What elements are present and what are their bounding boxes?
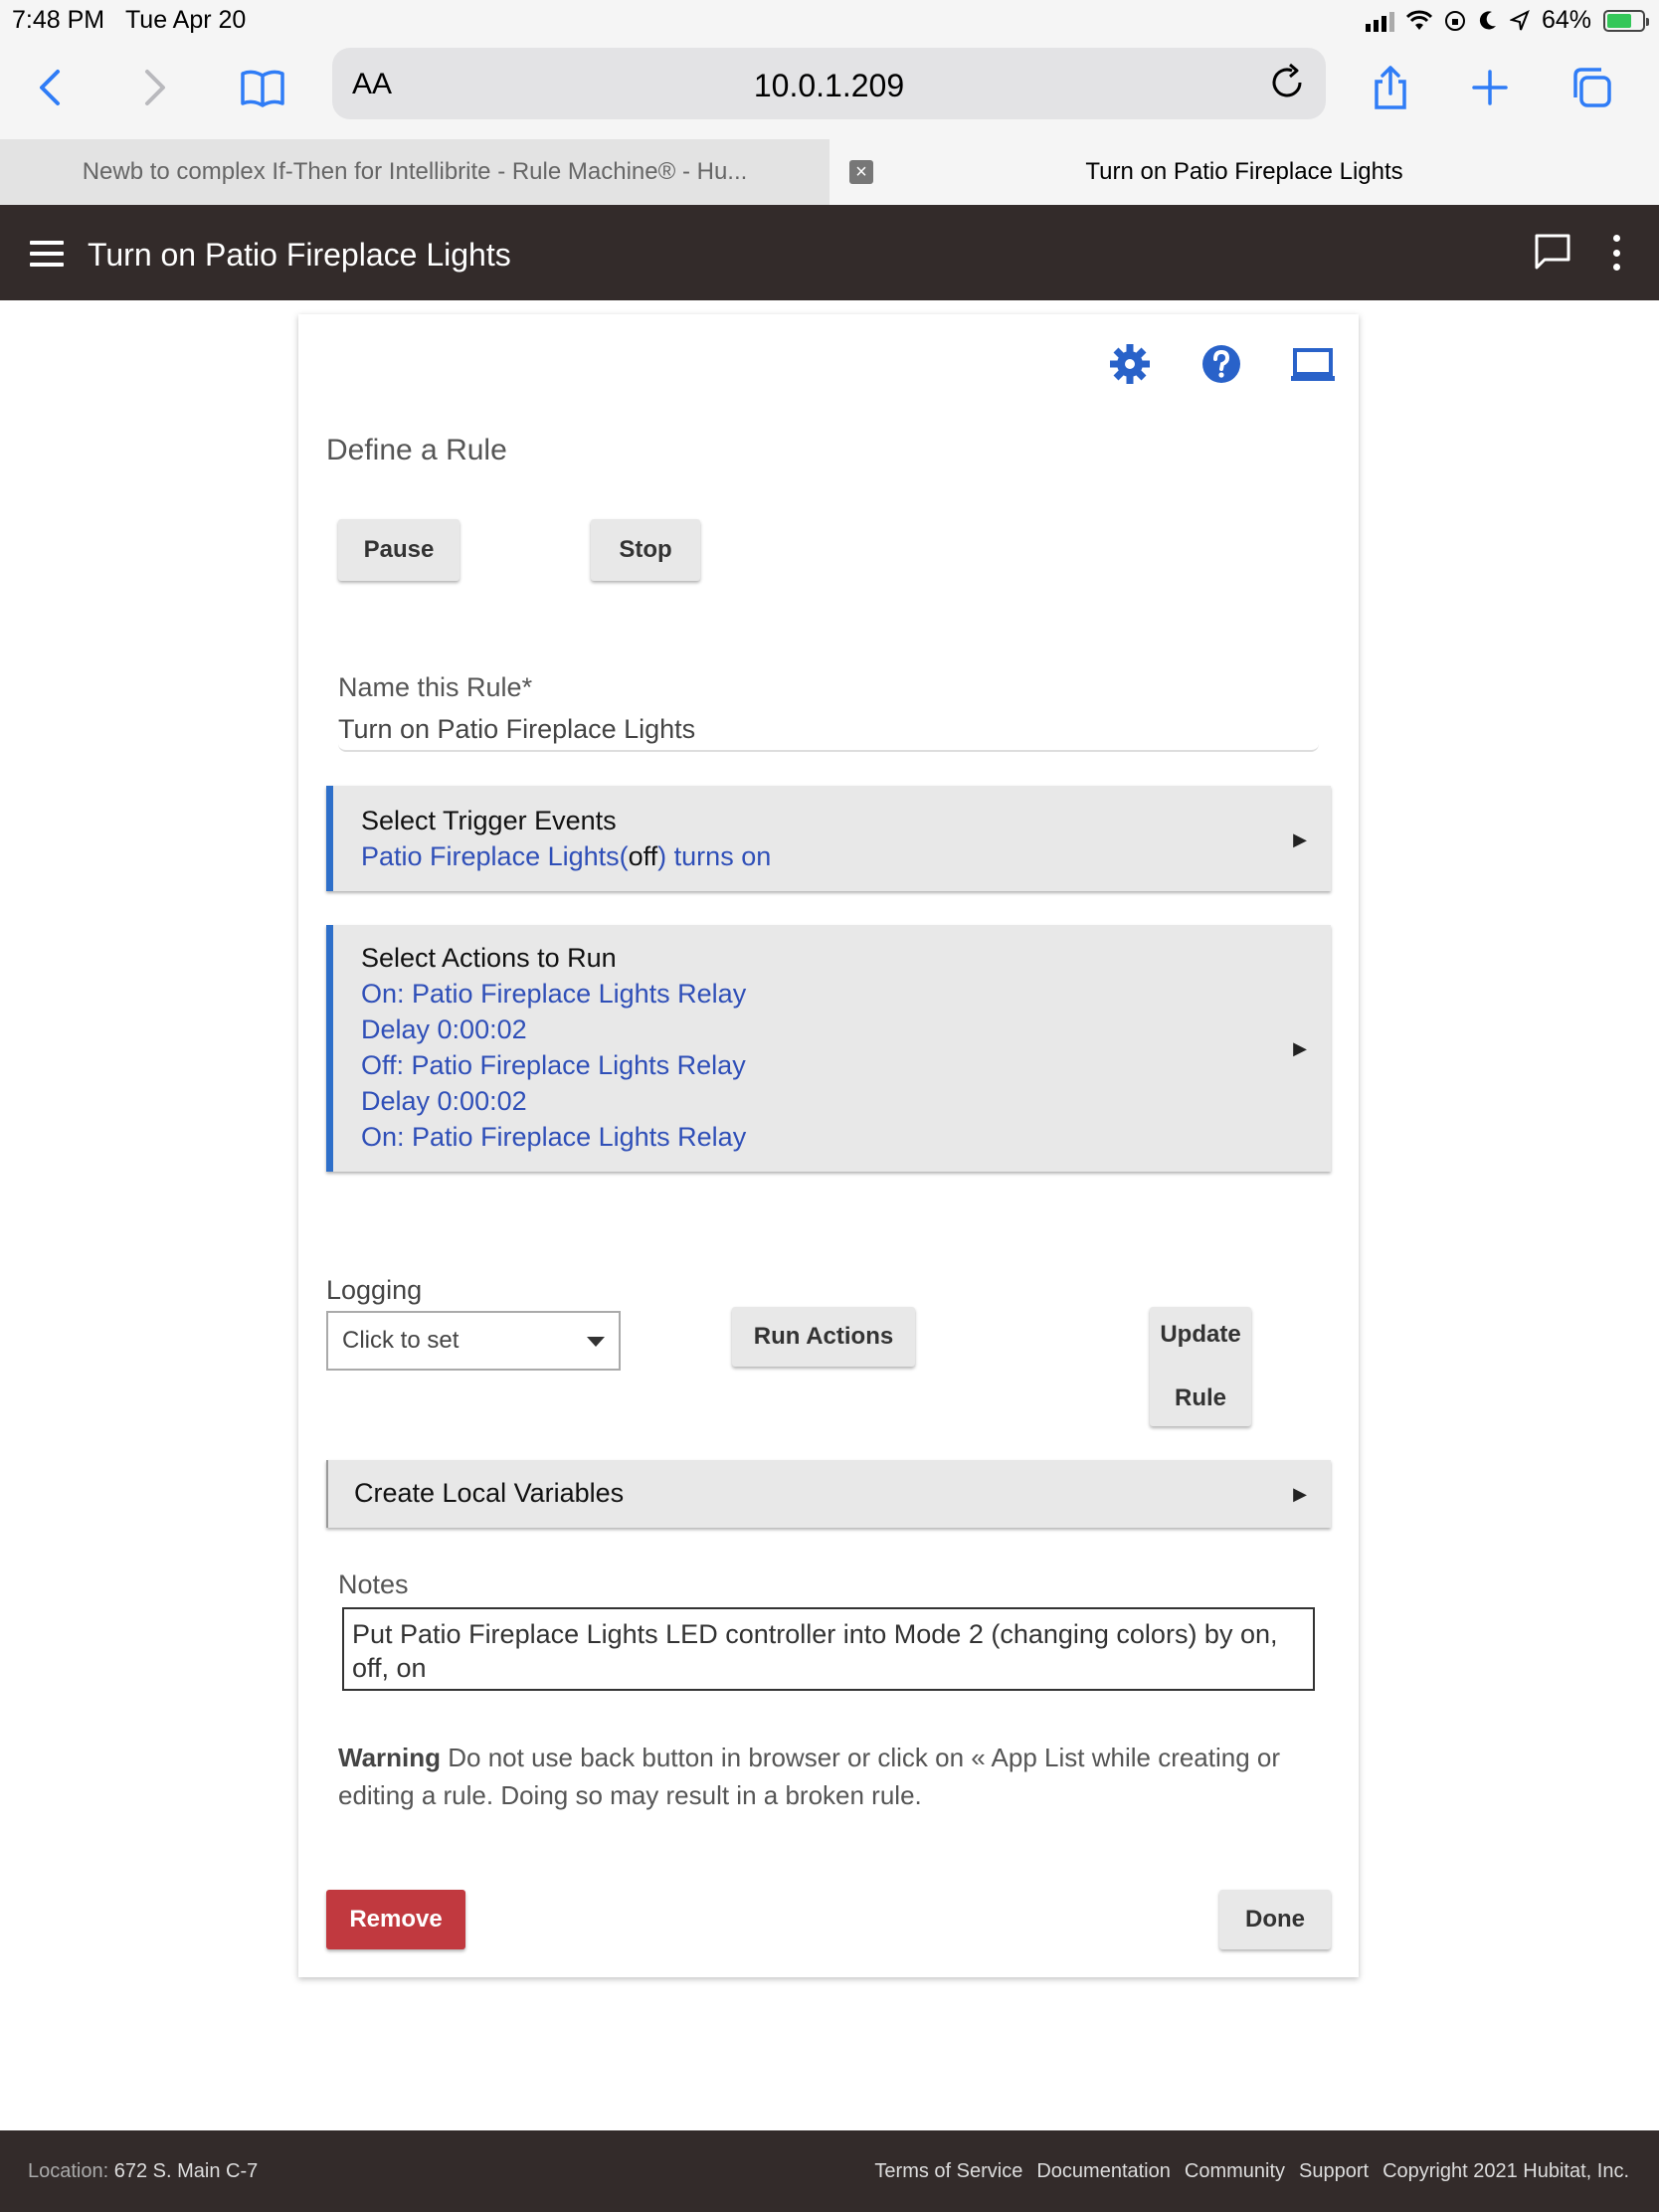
warning-label: Warning [338, 1743, 442, 1772]
actions-panel-title: Select Actions to Run [361, 943, 617, 973]
local-variables-title: Create Local Variables [354, 1478, 625, 1508]
more-vert-icon[interactable] [1607, 235, 1625, 271]
new-tab-icon[interactable] [1462, 60, 1518, 115]
tab-current-rule[interactable]: × Turn on Patio Fireplace Lights [830, 139, 1659, 205]
section-title: Define a Rule [326, 434, 507, 466]
notes-label: Notes [338, 1569, 409, 1599]
dropdown-caret-icon [587, 1337, 605, 1347]
notes-textarea[interactable]: Put Patio Fireplace Lights LED controlle… [342, 1607, 1315, 1691]
pause-button[interactable]: Pause [338, 519, 460, 581]
tab-label: Newb to complex If-Then for Intellibrite… [82, 158, 748, 185]
update-rule-button[interactable]: Update Rule [1150, 1307, 1251, 1426]
action-line: On: Patio Fireplace Lights Relay [361, 979, 747, 1009]
select-actions-panel[interactable]: Select Actions to Run On: Patio Fireplac… [326, 925, 1331, 1172]
moon-icon [1479, 10, 1496, 29]
reload-icon[interactable] [1266, 62, 1308, 103]
update-rule-label-1: Update [1160, 1321, 1241, 1348]
stop-button[interactable]: Stop [591, 519, 700, 581]
card-toolbar [1106, 340, 1337, 388]
tabs-overview-icon[interactable] [1564, 60, 1619, 115]
trigger-summary: Patio Fireplace Lights(off) turns on [361, 841, 772, 871]
help-icon[interactable] [1198, 340, 1245, 388]
hamburger-menu-icon[interactable] [30, 241, 64, 267]
support-link[interactable]: Support [1299, 2160, 1369, 2183]
rule-name-input[interactable] [338, 708, 1319, 752]
warning-message: Warning Do not use back button in browse… [338, 1739, 1313, 1814]
status-time: 7:48 PM Tue Apr 20 [12, 6, 247, 34]
app-bar: Turn on Patio Fireplace Lights [0, 205, 1659, 300]
trigger-panel-title: Select Trigger Events [361, 806, 617, 835]
battery-percent: 64% [1541, 6, 1591, 34]
action-line: On: Patio Fireplace Lights Relay [361, 1122, 747, 1152]
expand-arrow-icon[interactable]: ▶ [1293, 830, 1307, 850]
done-button[interactable]: Done [1219, 1890, 1331, 1949]
expand-arrow-icon[interactable]: ▶ [1293, 1484, 1307, 1505]
orientation-lock-icon [1444, 10, 1465, 31]
action-line: Delay 0:00:02 [361, 1014, 527, 1044]
footer-location: Location: 672 S. Main C-7 [28, 2160, 259, 2182]
create-local-variables-panel[interactable]: Create Local Variables ▶ [326, 1460, 1331, 1528]
action-line: Off: Patio Fireplace Lights Relay [361, 1050, 746, 1080]
back-icon[interactable] [24, 60, 80, 115]
tab-rule-machine-thread[interactable]: Newb to complex If-Then for Intellibrite… [0, 139, 830, 205]
action-line: Delay 0:00:02 [361, 1086, 527, 1116]
page-footer: Location: 672 S. Main C-7 Terms of Servi… [0, 2130, 1659, 2212]
status-indicators: 64% [1365, 6, 1649, 35]
rule-name-label: Name this Rule* [338, 672, 533, 702]
select-trigger-events-panel[interactable]: Select Trigger Events Patio Fireplace Li… [326, 786, 1331, 891]
close-tab-icon[interactable]: × [849, 160, 873, 184]
url-text[interactable]: 10.0.1.209 [332, 68, 1326, 104]
documentation-link[interactable]: Documentation [1036, 2160, 1171, 2183]
app-bar-title: Turn on Patio Fireplace Lights [88, 237, 511, 273]
location-arrow-icon [1509, 9, 1530, 30]
warning-text: Do not use back button in browser or cli… [338, 1743, 1281, 1810]
settings-gear-icon[interactable] [1106, 340, 1154, 388]
wifi-icon [1405, 10, 1432, 30]
cellular-signal-icon [1365, 10, 1394, 32]
address-bar[interactable]: AA 10.0.1.209 [332, 48, 1326, 119]
logging-select-value: Click to set [342, 1327, 460, 1354]
expand-arrow-icon[interactable]: ▶ [1293, 1038, 1307, 1059]
terms-of-service-link[interactable]: Terms of Service [874, 2160, 1022, 2183]
tab-label: Turn on Patio Fireplace Lights [1085, 158, 1403, 185]
chat-icon[interactable] [1532, 231, 1573, 273]
browser-toolbar: AA 10.0.1.209 [0, 42, 1659, 139]
laptop-view-icon[interactable] [1289, 340, 1337, 388]
remove-button[interactable]: Remove [326, 1890, 465, 1949]
logging-select[interactable]: Click to set [326, 1311, 621, 1371]
share-icon[interactable] [1363, 60, 1418, 115]
tab-bar: Newb to complex If-Then for Intellibrite… [0, 139, 1659, 205]
logging-label: Logging [326, 1275, 423, 1305]
battery-icon [1603, 9, 1649, 32]
community-link[interactable]: Community [1185, 2160, 1285, 2183]
bookmarks-icon[interactable] [235, 60, 290, 115]
update-rule-label-2: Rule [1174, 1384, 1226, 1411]
copyright-text: Copyright 2021 Hubitat, Inc. [1382, 2160, 1629, 2182]
status-bar: 7:48 PM Tue Apr 20 64% [0, 0, 1659, 42]
rule-card: Define a Rule Pause Stop Name this Rule*… [298, 314, 1359, 1977]
forward-icon[interactable] [125, 60, 181, 115]
footer-links: Terms of Service Documentation Community… [874, 2160, 1629, 2183]
run-actions-button[interactable]: Run Actions [732, 1307, 915, 1367]
